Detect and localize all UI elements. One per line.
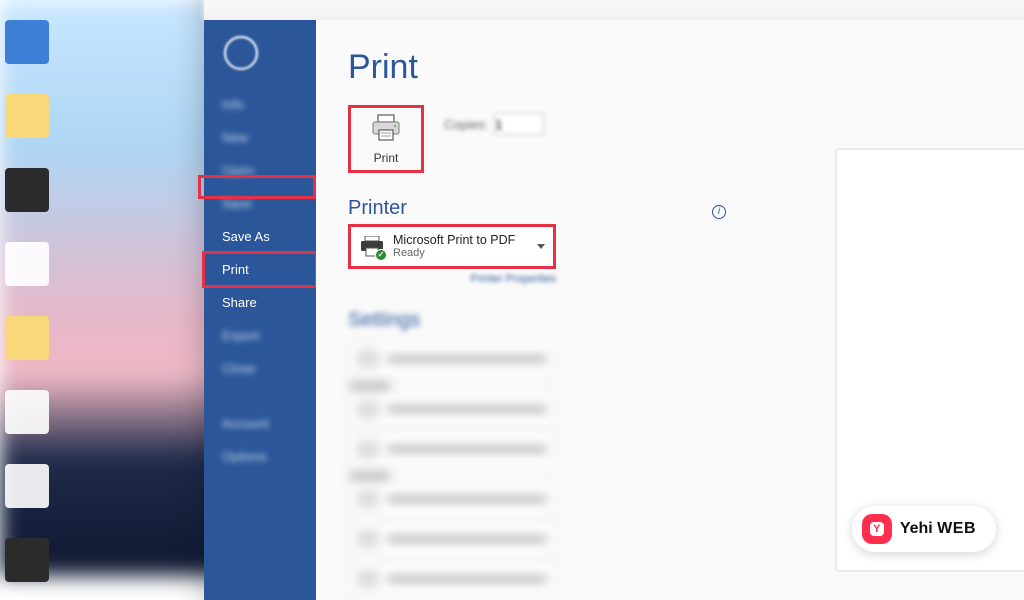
sidebar-item-save-as[interactable]: Save As — [204, 220, 316, 253]
watermark-logo: Y — [862, 514, 892, 544]
sidebar-item-save[interactable]: Save — [204, 187, 316, 220]
watermark-text-b: WEB — [937, 520, 976, 537]
settings-option[interactable] — [348, 562, 556, 596]
sidebar-item-account[interactable]: Account — [204, 407, 316, 440]
printer-device-icon: ✓ — [359, 236, 385, 258]
settings-option[interactable] — [348, 432, 556, 466]
page-title: Print — [348, 48, 1024, 87]
sidebar-item-close[interactable]: Close — [204, 352, 316, 385]
sidebar-item-export[interactable]: Export — [204, 319, 316, 352]
settings-option[interactable] — [348, 392, 556, 426]
back-icon[interactable] — [224, 36, 258, 70]
desktop-icon — [5, 20, 49, 64]
copies-label: Copies: — [444, 117, 488, 132]
sidebar-item-share[interactable]: Share — [204, 286, 316, 319]
sidebar-item-new[interactable]: New — [204, 121, 316, 154]
watermark-text-a: Yehi — [900, 520, 933, 537]
copies-area: Copies: — [444, 113, 544, 135]
watermark-badge: Y Yehi WEB — [852, 506, 996, 552]
settings-option[interactable] — [348, 342, 556, 376]
print-button-label: Print — [374, 151, 399, 165]
desktop-icon — [5, 390, 49, 434]
printer-name: Microsoft Print to PDF — [393, 233, 515, 247]
chevron-down-icon — [537, 244, 545, 249]
sidebar-item-options[interactable]: Options — [204, 440, 316, 473]
settings-option[interactable] — [348, 522, 556, 556]
printer-section-title: Printer — [348, 197, 407, 220]
desktop-icon — [5, 538, 49, 582]
desktop-icon — [5, 464, 49, 508]
desktop-icon — [5, 94, 49, 138]
window-titlebar — [204, 0, 1024, 20]
backstage-sidebar: Info New Open Save Save As Print Share E… — [204, 20, 316, 600]
copies-input[interactable] — [494, 113, 544, 135]
printer-properties-link[interactable]: Printer Properties — [348, 273, 556, 285]
sidebar-item-open[interactable]: Open — [204, 154, 316, 187]
printer-status: Ready — [393, 247, 515, 260]
desktop-icon — [5, 316, 49, 360]
printer-select[interactable]: ✓ Microsoft Print to PDF Ready — [348, 224, 556, 269]
printer-icon — [370, 114, 402, 147]
sidebar-item-print[interactable]: Print — [204, 253, 316, 286]
sidebar-item-info[interactable]: Info — [204, 88, 316, 121]
print-button[interactable]: Print — [348, 105, 424, 173]
settings-option[interactable] — [348, 482, 556, 516]
desktop-icons — [5, 20, 49, 582]
desktop-icon — [5, 242, 49, 286]
desktop-icon — [5, 168, 49, 212]
info-icon[interactable]: i — [712, 205, 726, 219]
status-check-icon: ✓ — [375, 249, 387, 261]
